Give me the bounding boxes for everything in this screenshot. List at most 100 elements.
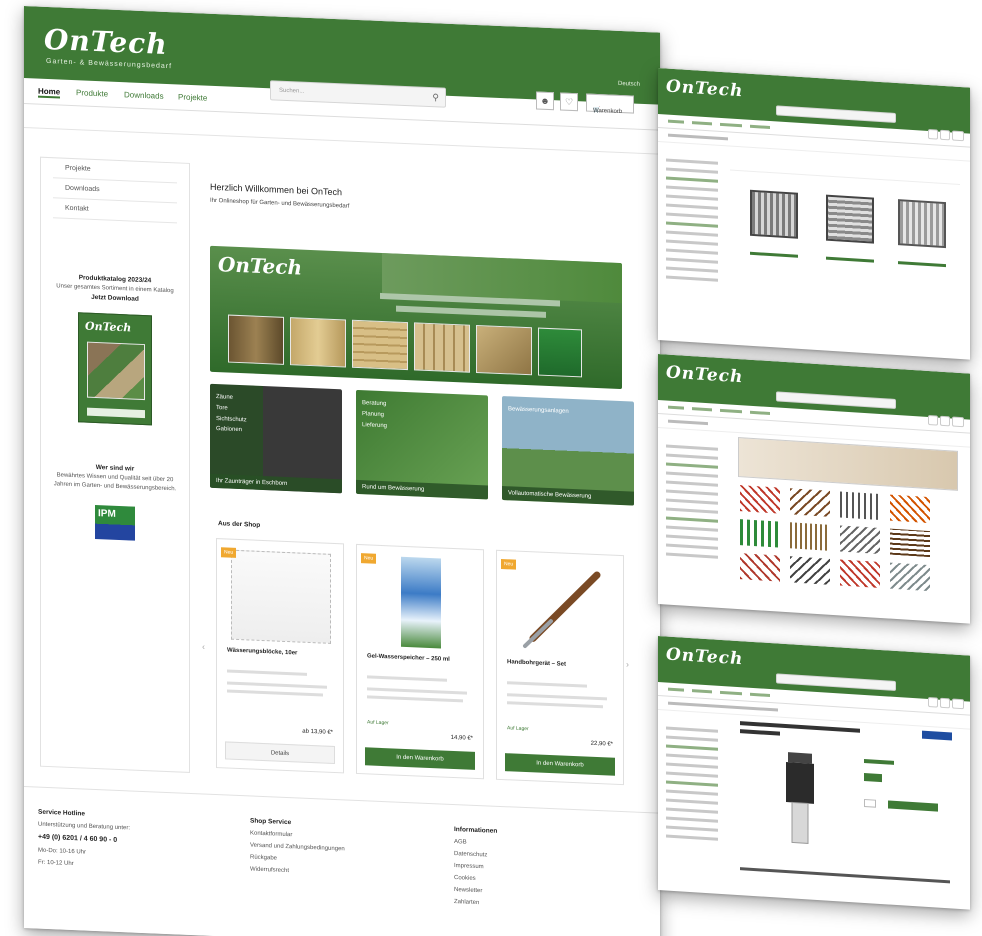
footer-link[interactable]: Widerrufsrecht: [250, 866, 289, 874]
search-input[interactable]: [776, 105, 896, 123]
product-badge: Neu: [361, 553, 377, 564]
about-title: Wer sind wir: [95, 464, 135, 473]
product-name[interactable]: Wässerungsblöcke, 10er: [227, 648, 335, 659]
product-card[interactable]: Neu Handbohrgerät – Set Auf Lager 22,90 …: [496, 549, 624, 786]
text-placeholder: [367, 675, 447, 682]
footer-link[interactable]: Rückgabe: [250, 854, 277, 861]
tool-image[interactable]: [740, 519, 780, 548]
product-card[interactable]: Neu Gel-Wasserspeicher – 250 ml Auf Lage…: [356, 543, 484, 780]
site-logo[interactable]: OnTech: [44, 23, 168, 61]
tile-lines: Bewässerungsanlagen: [508, 404, 569, 417]
footer-link[interactable]: Impressum: [454, 863, 484, 870]
product-name[interactable]: Gel-Wasserspeicher – 250 ml: [367, 653, 475, 664]
tool-image[interactable]: [790, 488, 830, 517]
promo-tile-irrigation[interactable]: Beratung Planung Lieferung Rund um Bewäs…: [356, 389, 488, 500]
carousel-prev-icon[interactable]: ‹: [202, 641, 205, 651]
product-title[interactable]: [750, 251, 798, 258]
tool-image[interactable]: [740, 485, 780, 514]
tile-line: Tore: [216, 404, 228, 412]
product-card[interactable]: Neu Wässerungsblöcke, 10er ab 13,90 €* D…: [216, 538, 344, 774]
tool-image[interactable]: [790, 556, 830, 585]
footer-link[interactable]: Zahlarten: [454, 899, 479, 906]
nav-item-produkte[interactable]: Produkte: [76, 88, 108, 98]
about-block: Wer sind wir Bewährtes Wissen und Qualit…: [41, 461, 189, 495]
text-placeholder: [507, 701, 603, 709]
catalog-cover-image[interactable]: OnTech: [78, 312, 152, 426]
site-logo[interactable]: OnTech: [666, 363, 743, 388]
sort-toolbar[interactable]: [730, 160, 960, 186]
product-title[interactable]: [898, 261, 946, 268]
header-actions: ☻ ♡ 🛒 Warenkorb: [536, 91, 646, 116]
footer-link[interactable]: Versand und Zahlungsbedingungen: [250, 842, 345, 852]
catalog-logo: OnTech: [85, 319, 132, 335]
add-to-cart-button[interactable]: In den Warenkorb: [365, 747, 475, 770]
site-logo[interactable]: OnTech: [666, 77, 743, 102]
banner-product-image: [352, 319, 408, 371]
account-icon[interactable]: ☻: [536, 91, 554, 111]
tool-image[interactable]: [840, 559, 880, 588]
tool-image[interactable]: [740, 553, 780, 582]
search-input[interactable]: [776, 673, 896, 691]
tile-line: Lieferung: [362, 421, 388, 429]
brand-logo: [922, 730, 952, 741]
add-to-cart-button[interactable]: In den Warenkorb: [505, 753, 615, 776]
text-placeholder: [227, 669, 307, 676]
tile-lines: Zäune Tore Sichtschutz Gabionen: [216, 392, 247, 436]
shop-section-title: Aus der Shop: [218, 520, 261, 529]
hero-banner[interactable]: OnTech: [210, 245, 622, 390]
product-image[interactable]: [898, 199, 946, 249]
footer-link[interactable]: Kontaktformular: [250, 830, 292, 838]
variant-button[interactable]: [864, 772, 882, 783]
tool-image[interactable]: [890, 528, 930, 558]
product-detail-page: OnTech: [658, 636, 970, 910]
details-button[interactable]: Details: [225, 741, 335, 765]
footer-shop-service-column: Shop Service Kontaktformular Versand und…: [250, 814, 345, 879]
tile-line: Gabionen: [216, 426, 243, 434]
text-placeholder: [227, 681, 327, 689]
language-selector[interactable]: Deutsch: [618, 81, 640, 88]
product-name[interactable]: Handbohrgerät – Set: [507, 659, 615, 670]
site-logo[interactable]: OnTech: [666, 645, 743, 670]
product-image: [231, 549, 331, 644]
product-image[interactable]: [770, 747, 830, 851]
tool-image[interactable]: [840, 491, 880, 520]
product-image[interactable]: [826, 194, 874, 244]
promo-tile-fences[interactable]: Zäune Tore Sichtschutz Gabionen Ihr Zaun…: [210, 383, 342, 494]
footer-hours: Mo-Do: 10-16 Uhr: [38, 847, 87, 856]
stock-status: Auf Lager: [507, 725, 529, 733]
sidebar: [666, 153, 718, 288]
banner-product-image: [476, 324, 532, 376]
footer-hours: Fr: 10-12 Uhr: [38, 859, 74, 868]
product-image[interactable]: [750, 189, 798, 239]
quantity-stepper[interactable]: [864, 798, 876, 808]
cart-button[interactable]: 🛒 Warenkorb: [586, 93, 634, 115]
product-price: 14,90 €*: [450, 734, 473, 742]
promo-tile-systems[interactable]: Bewässerungsanlagen Vollautomatische Bew…: [502, 396, 634, 506]
nav-item-home[interactable]: Home: [38, 86, 61, 99]
nav-item-downloads[interactable]: Downloads: [124, 90, 164, 101]
product-title[interactable]: [826, 256, 874, 263]
footer-service-text: Unterstützung und Beratung unter:: [38, 821, 131, 832]
footer-link[interactable]: Cookies: [454, 875, 476, 882]
footer-service-column: Service Hotline Unterstützung und Beratu…: [38, 806, 130, 873]
wishlist-icon[interactable]: ♡: [560, 92, 578, 112]
footer-phone[interactable]: +49 (0) 6201 / 4 60 90 - 0: [38, 834, 117, 844]
nav-item-projekte[interactable]: Projekte: [178, 92, 207, 102]
tool-image[interactable]: [790, 522, 830, 551]
banner-logo: OnTech: [218, 252, 302, 280]
tile-caption: Rund um Bewässerung: [356, 479, 488, 500]
tools-banner[interactable]: [738, 437, 958, 491]
tool-image[interactable]: [840, 525, 880, 554]
footer-link[interactable]: Newsletter: [454, 887, 482, 894]
tool-image[interactable]: [890, 494, 930, 524]
description-heading: [740, 867, 950, 884]
add-to-cart-button[interactable]: [888, 800, 938, 812]
carousel-next-icon[interactable]: ›: [626, 659, 629, 669]
tile-caption: Vollautomatische Bewässerung: [502, 486, 634, 506]
catalog-link[interactable]: Jetzt Download: [91, 294, 139, 303]
tool-image[interactable]: [890, 562, 930, 592]
search-input[interactable]: [776, 391, 896, 409]
footer-link[interactable]: Datenschutz: [454, 851, 487, 858]
footer-link[interactable]: AGB: [454, 839, 467, 846]
text-placeholder: [507, 693, 607, 701]
